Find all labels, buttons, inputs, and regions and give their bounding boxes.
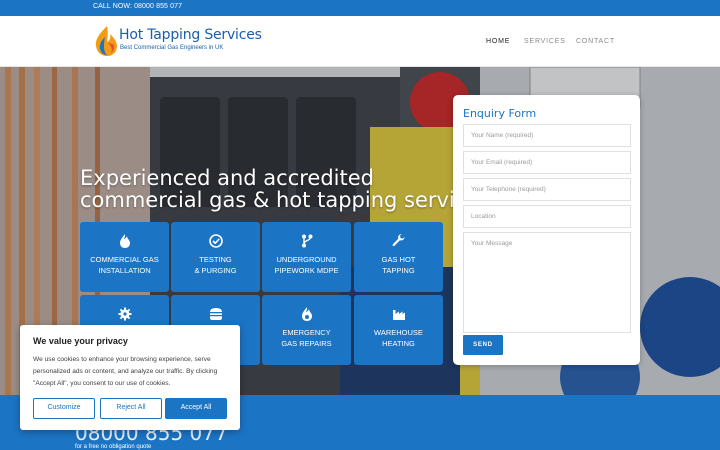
- service-label-line-2: & PURGING: [194, 266, 237, 275]
- service-label-line-2: HEATING: [382, 339, 415, 348]
- message-textarea[interactable]: Your Message: [463, 232, 631, 333]
- service-label-line-1: WAREHOUSE: [374, 328, 423, 337]
- service-label-line-1: EMERGENCY: [282, 328, 331, 337]
- telephone-input[interactable]: Your Telephone (required): [463, 178, 631, 201]
- service-tile-label: EMERGENCY GAS REPAIRS: [264, 327, 349, 349]
- service-tile-emergency-gas-repairs[interactable]: EMERGENCY GAS REPAIRS: [262, 295, 351, 365]
- gear-icon: [80, 307, 169, 321]
- reject-all-button[interactable]: Reject All: [100, 398, 162, 419]
- service-tile-label: GAS HOT TAPPING: [356, 254, 441, 276]
- top-bar: CALL NOW: 08000 855 077: [0, 0, 720, 16]
- name-input[interactable]: Your Name (required): [463, 124, 631, 147]
- service-label-line-2: TAPPING: [382, 266, 415, 275]
- factory-icon: [354, 307, 443, 321]
- customize-button[interactable]: Customize: [33, 398, 95, 419]
- service-label-line-1: TESTING: [199, 255, 232, 264]
- enquiry-form: Enquiry Form Your Name (required) Your E…: [453, 95, 640, 365]
- hero-title-line-1: Experienced and accredited: [80, 166, 374, 190]
- service-tile-label: UNDERGROUND PIPEWORK MDPE: [264, 254, 349, 276]
- nav-services[interactable]: SERVICES: [524, 38, 566, 45]
- accept-all-button[interactable]: Accept All: [165, 398, 227, 419]
- service-label-line-2: PIPEWORK MDPE: [274, 266, 339, 275]
- email-input[interactable]: Your Email (required): [463, 151, 631, 174]
- hero-title-line-2: commercial gas & hot tapping services: [80, 188, 491, 212]
- service-label-line-1: GAS HOT: [381, 255, 416, 264]
- logo-title[interactable]: Hot Tapping Services: [119, 27, 262, 43]
- service-tile-underground-pipework[interactable]: UNDERGROUND PIPEWORK MDPE: [262, 222, 351, 292]
- check-circle-icon: [171, 234, 260, 248]
- service-tile-commercial-gas-installation[interactable]: COMMERCIAL GAS INSTALLATION: [80, 222, 169, 292]
- hero-title: Experienced and accredited commercial ga…: [80, 167, 490, 211]
- logo-subtitle: Best Commercial Gas Engineers in UK: [120, 45, 224, 51]
- service-label-line-2: INSTALLATION: [98, 266, 151, 275]
- service-tile-label: COMMERCIAL GAS INSTALLATION: [82, 254, 167, 276]
- cookie-consent-banner: We value your privacy We use cookies to …: [20, 325, 240, 430]
- service-tile-warehouse-heating[interactable]: WAREHOUSE HEATING: [354, 295, 443, 365]
- nav-home[interactable]: HOME: [486, 38, 510, 45]
- flame-logo-icon[interactable]: [94, 25, 118, 57]
- burger-icon: [171, 307, 260, 321]
- fire-icon: [262, 307, 351, 321]
- enquiry-form-title: Enquiry Form: [463, 107, 537, 120]
- service-label-line-2: GAS REPAIRS: [281, 339, 332, 348]
- branch-icon: [262, 234, 351, 248]
- wrench-icon: [354, 234, 443, 248]
- call-now-text[interactable]: CALL NOW: 08000 855 077: [93, 3, 182, 10]
- service-label-line-1: UNDERGROUND: [276, 255, 337, 264]
- flame-icon: [80, 234, 169, 248]
- cookie-title: We value your privacy: [33, 336, 128, 346]
- service-tile-label: WAREHOUSE HEATING: [356, 327, 441, 349]
- service-tile-testing-purging[interactable]: TESTING & PURGING: [171, 222, 260, 292]
- site-header: Hot Tapping Services Best Commercial Gas…: [0, 16, 720, 67]
- send-button[interactable]: SEND: [463, 335, 503, 355]
- cookie-text: We use cookies to enhance your browsing …: [33, 356, 218, 387]
- location-input[interactable]: Location: [463, 205, 631, 228]
- bottom-quote-text: for a free no obligation quote: [75, 444, 152, 450]
- service-tile-label: TESTING & PURGING: [173, 254, 258, 276]
- service-label-line-1: COMMERCIAL GAS: [90, 255, 159, 264]
- service-tile-gas-hot-tapping[interactable]: GAS HOT TAPPING: [354, 222, 443, 292]
- nav-contact[interactable]: CONTACT: [576, 38, 615, 45]
